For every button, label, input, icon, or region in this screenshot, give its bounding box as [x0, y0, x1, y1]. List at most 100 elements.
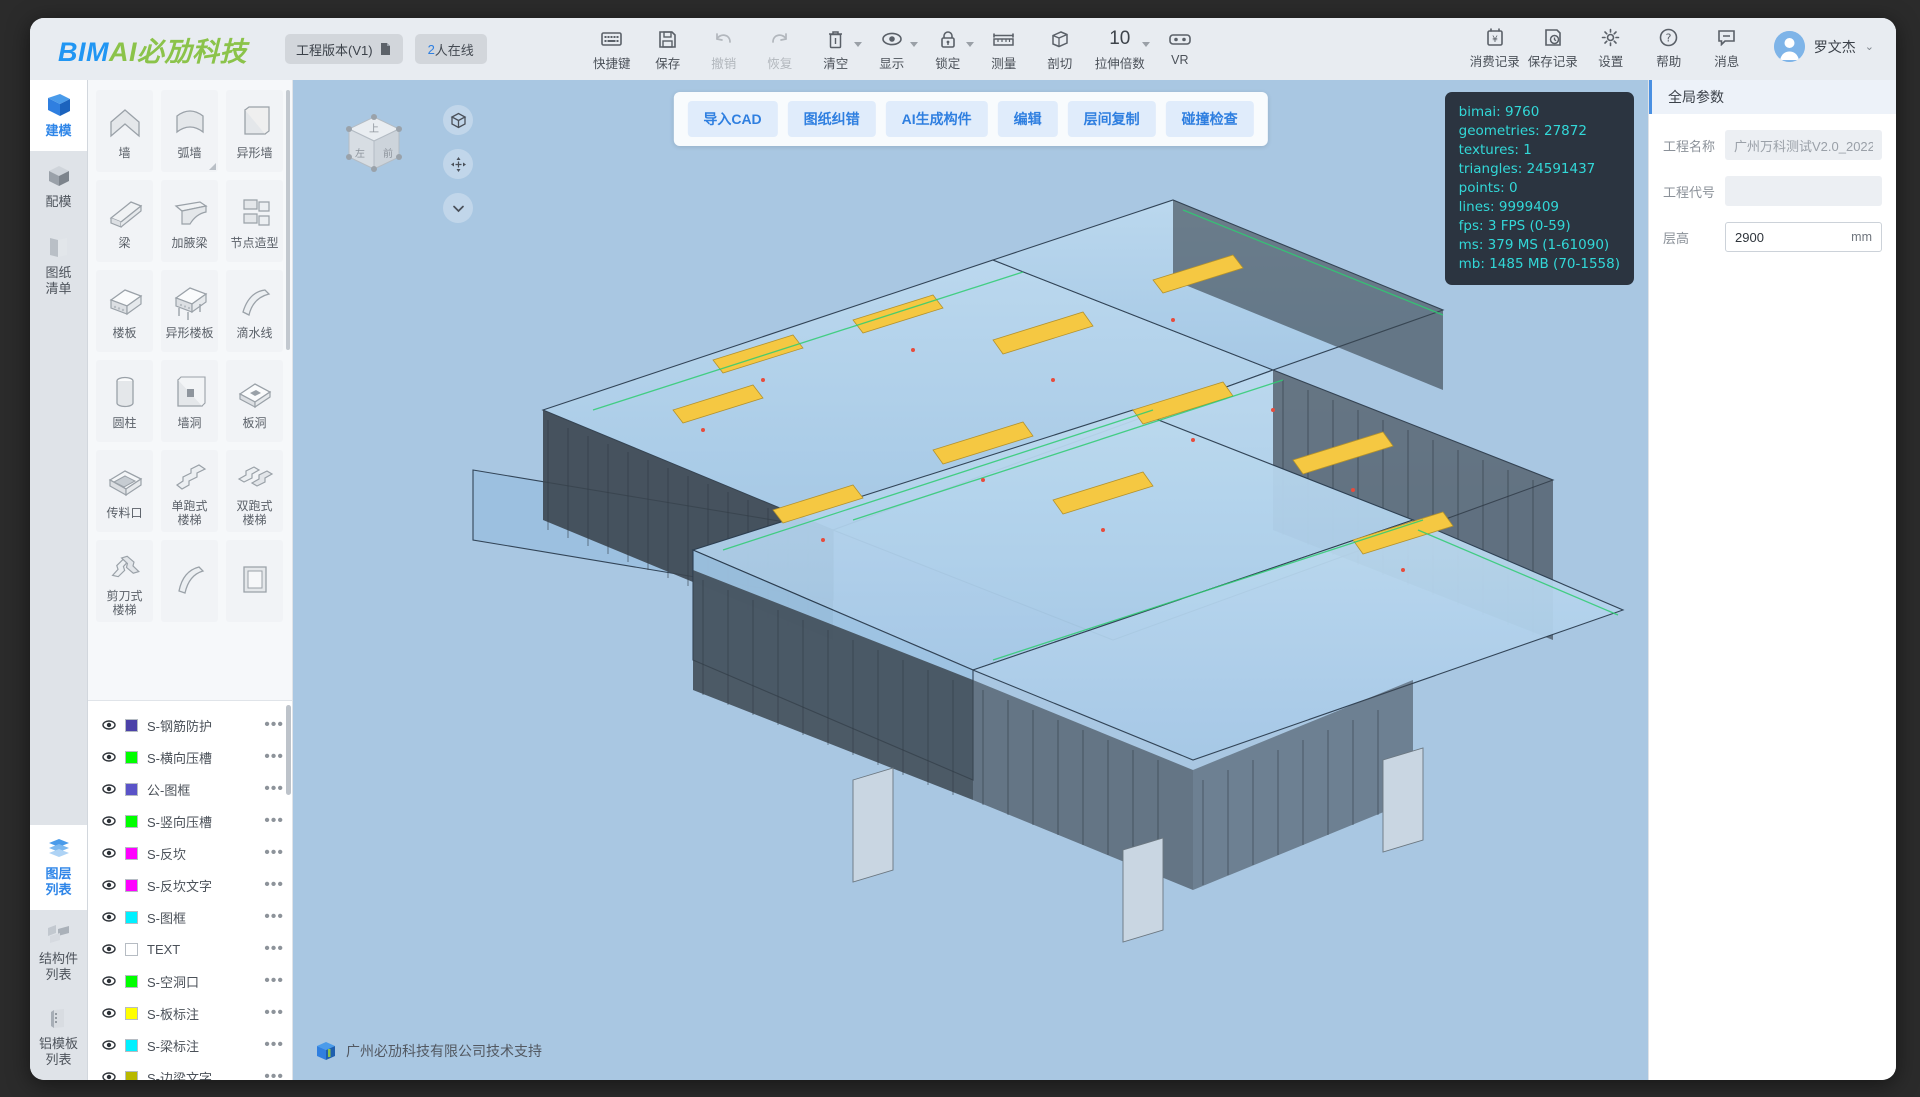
layer-row[interactable]: S-空洞口 ••• [94, 965, 292, 997]
eye-icon[interactable] [102, 1038, 116, 1052]
palette-item-wall-opening[interactable]: 墙洞 [161, 360, 218, 442]
palette-item-slab[interactable]: 楼板 [96, 270, 153, 352]
pan-icon[interactable] [443, 149, 473, 179]
layer-row[interactable]: S-竖向压槽 ••• [94, 805, 292, 837]
layer-more-options-icon[interactable]: ••• [264, 940, 288, 958]
layer-row[interactable]: S-反坎文字 ••• [94, 869, 292, 901]
toolbar-save[interactable]: 保存 [641, 26, 695, 72]
layer-color-swatch[interactable] [125, 942, 138, 956]
sidebar-item-drawing-list[interactable]: 图纸 清单 [30, 222, 87, 309]
toolbar-lock[interactable]: 锁定 [921, 26, 975, 72]
box-view-icon[interactable] [443, 105, 473, 135]
layer-more-options-icon[interactable]: ••• [264, 972, 288, 990]
palette-item-beam[interactable]: 梁 [96, 180, 153, 262]
user-menu[interactable]: 罗文杰 ⌄ [1773, 24, 1874, 62]
layer-more-options-icon[interactable]: ••• [264, 748, 288, 766]
layer-row[interactable]: S-板标注 ••• [94, 997, 292, 1029]
toolbar-vr[interactable]: VR [1153, 26, 1207, 67]
toolbar-messages[interactable]: 消息 [1698, 24, 1756, 70]
palette-item-drip-line[interactable]: 滴水线 [226, 270, 283, 352]
layer-row[interactable]: 公-图框 ••• [94, 773, 292, 805]
layer-color-swatch[interactable] [125, 846, 138, 860]
eye-icon[interactable] [102, 718, 116, 732]
toolbar-clear[interactable]: 清空 [809, 26, 863, 72]
resize-corner-icon[interactable] [209, 163, 216, 170]
eye-icon[interactable] [102, 878, 116, 892]
layer-row[interactable]: TEXT ••• [94, 933, 292, 965]
palette-item-arc-wall[interactable]: 弧墙 [161, 90, 218, 172]
chevron-down-icon[interactable] [1141, 42, 1150, 47]
palette-item-panel[interactable] [226, 540, 283, 622]
eye-icon[interactable] [102, 782, 116, 796]
layer-more-options-icon[interactable]: ••• [264, 876, 288, 894]
toolbar-undo[interactable]: 撤销 [697, 26, 751, 72]
palette-item-shaped-slab[interactable]: 异形楼板 [161, 270, 218, 352]
layer-more-options-icon[interactable]: ••• [264, 1036, 288, 1054]
layer-color-swatch[interactable] [125, 718, 138, 732]
layer-color-swatch[interactable] [125, 1038, 138, 1052]
layer-color-swatch[interactable] [125, 1070, 138, 1080]
eye-icon[interactable] [102, 750, 116, 764]
layer-color-swatch[interactable] [125, 750, 138, 764]
layer-color-swatch[interactable] [125, 878, 138, 892]
palette-item-haunched-beam[interactable]: 加腋梁 [161, 180, 218, 262]
toolbar-help[interactable]: ? 帮助 [1640, 24, 1698, 70]
param-input[interactable] [1725, 130, 1882, 160]
chevron-down-icon[interactable]: ⌄ [1865, 40, 1874, 53]
toolbar-section[interactable]: 剖切 [1033, 26, 1087, 72]
layer-color-swatch[interactable] [125, 974, 138, 988]
layer-more-options-icon[interactable]: ••• [264, 908, 288, 926]
toolbar-display[interactable]: 显示 [865, 26, 919, 72]
viewport-action-1[interactable]: 图纸纠错 [787, 101, 876, 137]
sidebar-item-layer-list[interactable]: 图层 列表 [30, 825, 87, 910]
chevron-down-icon[interactable] [443, 193, 473, 223]
3d-viewport[interactable]: 上 左 前 导入CAD 图纸纠错 AI生成构件 编辑 层间复制 碰撞检查 bim… [293, 80, 1648, 1080]
eye-icon[interactable] [102, 846, 116, 860]
layer-more-options-icon[interactable]: ••• [264, 1068, 288, 1080]
chevron-down-icon[interactable] [909, 42, 918, 47]
layer-row[interactable]: S-图框 ••• [94, 901, 292, 933]
layer-row[interactable]: S-反坎 ••• [94, 837, 292, 869]
view-cube[interactable]: 上 左 前 [335, 105, 413, 183]
layer-more-options-icon[interactable]: ••• [264, 716, 288, 734]
layer-row[interactable]: S-边梁文字 ••• [94, 1061, 292, 1080]
toolbar-measure[interactable]: 测量 [977, 26, 1031, 72]
layer-color-swatch[interactable] [125, 1006, 138, 1020]
eye-icon[interactable] [102, 1006, 116, 1020]
palette-item-column[interactable]: 圆柱 [96, 360, 153, 442]
toolbar-redo[interactable]: 恢复 [753, 26, 807, 72]
toolbar-consumption-record[interactable]: ¥ 消费记录 [1466, 24, 1524, 70]
layer-row[interactable]: S-梁标注 ••• [94, 1029, 292, 1061]
palette-item-shaped-wall[interactable]: 异形墙 [226, 90, 283, 172]
layer-scrollbar[interactable] [286, 705, 291, 795]
viewport-action-4[interactable]: 层间复制 [1067, 101, 1156, 137]
toolbar-shortcut-keys[interactable]: 快捷键 [585, 26, 639, 72]
eye-icon[interactable] [102, 910, 116, 924]
param-input[interactable] [1725, 176, 1882, 206]
layer-color-swatch[interactable] [125, 814, 138, 828]
palette-item-wall[interactable]: 墙 [96, 90, 153, 172]
sidebar-item-modeling[interactable]: 建模 [30, 80, 87, 151]
layer-more-options-icon[interactable]: ••• [264, 780, 288, 798]
palette-item-handrail[interactable] [161, 540, 218, 622]
param-input-wrap[interactable]: mm [1725, 222, 1882, 252]
project-version-chip[interactable]: 工程版本(V1) [285, 34, 403, 64]
layer-more-options-icon[interactable]: ••• [264, 844, 288, 862]
palette-item-double-flight-stair[interactable]: 双跑式 楼梯 [226, 450, 283, 532]
palette-item-single-flight-stair[interactable]: 单跑式 楼梯 [161, 450, 218, 532]
eye-icon[interactable] [102, 942, 116, 956]
eye-icon[interactable] [102, 1070, 116, 1080]
toolbar-stretch-factor[interactable]: 10 拉伸倍数 [1089, 26, 1151, 72]
layer-more-options-icon[interactable]: ••• [264, 812, 288, 830]
toolbar-save-record[interactable]: 保存记录 [1524, 24, 1582, 70]
viewport-action-3[interactable]: 编辑 [997, 101, 1058, 137]
palette-item-joint-shape[interactable]: 节点造型 [226, 180, 283, 262]
eye-icon[interactable] [102, 974, 116, 988]
param-input[interactable] [1735, 229, 1852, 245]
palette-item-material-port[interactable]: 传料口 [96, 450, 153, 532]
viewport-action-2[interactable]: AI生成构件 [885, 101, 988, 137]
chevron-down-icon[interactable] [965, 42, 974, 47]
palette-scrollbar[interactable] [286, 90, 290, 350]
palette-item-scissor-stair[interactable]: 剪刀式 楼梯 [96, 540, 153, 622]
chevron-down-icon[interactable] [853, 42, 862, 47]
